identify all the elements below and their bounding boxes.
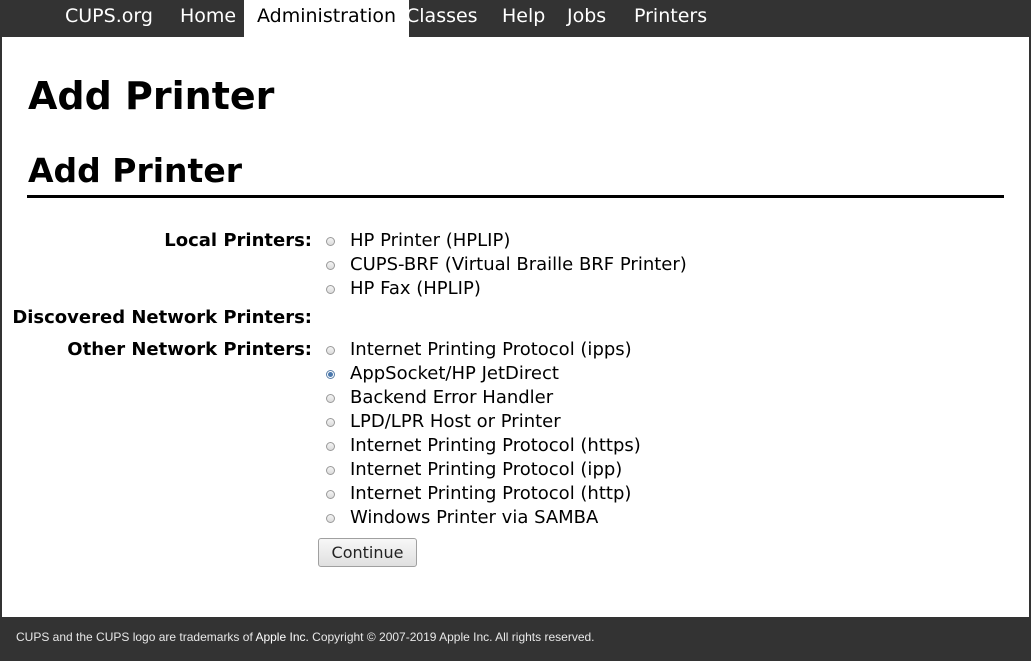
footer: CUPS and the CUPS logo are trademarks of… [0, 617, 1031, 661]
continue-button[interactable]: Continue [318, 538, 417, 567]
footer-text-after: Copyright © 2007-2019 Apple Inc. All rig… [308, 630, 595, 644]
radio-button[interactable] [326, 260, 335, 270]
nav-jobs[interactable]: Jobs [554, 0, 619, 37]
radio-button[interactable] [326, 489, 335, 499]
local-printers-label: Local Printers: [164, 230, 312, 251]
radio-option-appsocket[interactable]: AppSocket/HP JetDirect [326, 362, 559, 386]
footer-apple-link[interactable]: Apple Inc. [255, 630, 308, 644]
radio-option-backend-error[interactable]: Backend Error Handler [326, 386, 553, 410]
radio-option-ipps[interactable]: Internet Printing Protocol (ipps) [326, 338, 632, 362]
other-printers-label: Other Network Printers: [67, 339, 312, 360]
radio-option-label: HP Printer (HPLIP) [350, 230, 511, 251]
radio-option-label: Internet Printing Protocol (ipp) [350, 459, 623, 480]
radio-option-label: Internet Printing Protocol (ipps) [350, 339, 632, 360]
nav-home[interactable]: Home [167, 0, 249, 37]
radio-option-http[interactable]: Internet Printing Protocol (http) [326, 482, 631, 506]
radio-button[interactable] [326, 513, 335, 523]
radio-option-ipp[interactable]: Internet Printing Protocol (ipp) [326, 458, 622, 482]
radio-button[interactable] [326, 393, 335, 403]
radio-option-label: Internet Printing Protocol (http) [350, 483, 632, 504]
radio-option-cups-brf[interactable]: CUPS-BRF (Virtual Braille BRF Printer) [326, 253, 687, 277]
discovered-printers-label: Discovered Network Printers: [12, 307, 312, 328]
nav-cups-org[interactable]: CUPS.org [52, 0, 166, 37]
radio-button[interactable] [326, 345, 335, 355]
top-nav: CUPS.org Home Administration Classes Hel… [0, 0, 1031, 37]
nav-help[interactable]: Help [489, 0, 558, 37]
radio-option-label: AppSocket/HP JetDirect [350, 363, 559, 384]
radio-button[interactable] [326, 417, 335, 427]
radio-button-checked[interactable] [326, 369, 335, 379]
radio-option-hp-printer[interactable]: HP Printer (HPLIP) [326, 229, 510, 253]
radio-option-hp-fax[interactable]: HP Fax (HPLIP) [326, 277, 481, 301]
radio-option-label: HP Fax (HPLIP) [350, 278, 481, 299]
radio-button[interactable] [326, 441, 335, 451]
radio-option-samba[interactable]: Windows Printer via SAMBA [326, 506, 598, 530]
radio-option-label: Windows Printer via SAMBA [350, 507, 599, 528]
radio-option-lpd[interactable]: LPD/LPR Host or Printer [326, 410, 561, 434]
radio-option-label: Internet Printing Protocol (https) [350, 435, 641, 456]
radio-button[interactable] [326, 284, 335, 294]
radio-button[interactable] [326, 236, 335, 246]
nav-administration[interactable]: Administration [244, 0, 410, 37]
section-title: Add Printer [28, 151, 242, 190]
radio-option-label: CUPS-BRF (Virtual Braille BRF Printer) [350, 254, 687, 275]
radio-option-label: LPD/LPR Host or Printer [350, 411, 561, 432]
radio-option-label: Backend Error Handler [350, 387, 554, 408]
nav-classes[interactable]: Classes [393, 0, 491, 37]
nav-printers[interactable]: Printers [621, 0, 720, 37]
section-divider [27, 195, 1004, 198]
radio-button[interactable] [326, 465, 335, 475]
page-title: Add Printer [28, 74, 275, 118]
radio-option-https[interactable]: Internet Printing Protocol (https) [326, 434, 641, 458]
footer-text-before: CUPS and the CUPS logo are trademarks of [16, 630, 256, 644]
